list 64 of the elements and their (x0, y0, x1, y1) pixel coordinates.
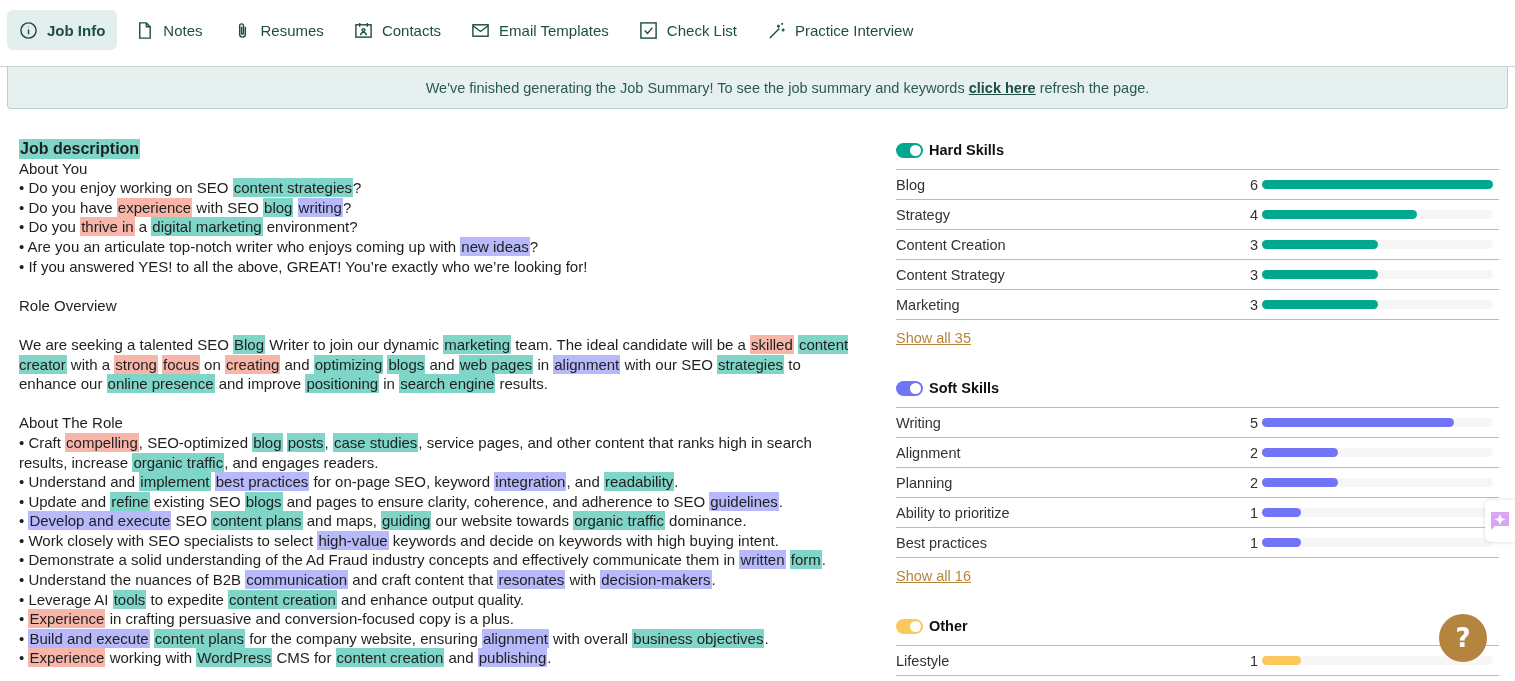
skill-name: Alignment (896, 444, 962, 461)
description-text: • Update and refine existing SEO blogs and pages to ensure clarity, coherence, and adherence to SEO guidelines. (19, 491, 784, 512)
skill-name: Writing (896, 414, 942, 431)
tab[interactable]: Email Templates (459, 10, 621, 50)
description-text: We are seeking a talented SEO Blog Writer to join our dynamic marketing team. The ideal candidate will be a skilled content creator with a strong focus on creating and optimizing blogs and web pages in alignment with our SEO strategies to enhance our online presence and improve positioning in search engine results. (19, 334, 850, 394)
description-text: • Do you enjoy working on SEO content strategies? (19, 178, 363, 198)
description-text: • Do you thrive in a digital marketing environment? (19, 217, 359, 237)
skill-name: Content Creation (896, 236, 1007, 253)
toggle-switch[interactable] (896, 618, 923, 634)
description-text: • Experience working with WordPress CMS for content creation and publishing. (19, 648, 553, 669)
tab[interactable]: Check List (626, 10, 749, 50)
skill-count: 3 (1248, 236, 1258, 253)
tab[interactable]: Contacts (341, 10, 454, 50)
skill-group-title: Soft Skills (929, 380, 1000, 396)
skill-name: Marketing (896, 296, 961, 313)
description-text: • Understand and implement best practices for on-page SEO, keyword integration, and readability. (19, 472, 680, 492)
info-icon (19, 20, 38, 40)
skill-group-title: Hard Skills (929, 142, 1004, 158)
description-text: • Craft compelling, SEO-optimized blog posts, case studies, service pages, and other content that ranks high in search results, increase organic traffic, and engages readers. (19, 432, 813, 473)
toggle-switch[interactable] (896, 380, 923, 396)
skill-name: Strategy (896, 206, 951, 223)
skill-count: 3 (1248, 296, 1258, 313)
description-text: • Develop and execute SEO content plans and maps, guiding our website towards organic traffic dominance. (19, 511, 748, 531)
description-text: • Leverage AI tools to expedite content creation and enhance output quality. (19, 589, 526, 610)
tab[interactable]: Practice Interview (754, 10, 926, 50)
tab[interactable]: Notes (123, 10, 215, 50)
skill-count: 5 (1248, 414, 1258, 431)
description-text: • Are you an articulate top-notch writer who enjoys coming up with new ideas? (19, 236, 540, 257)
description-text: • Demonstrate a solid understanding of the Ad Fraud industry concepts and effectively communicate them in written form. (19, 550, 827, 571)
banner-message: We've finished generating the Job Summary! To see the job summary and keywords click here refresh the page. (425, 79, 1150, 96)
description-text: • Work closely with SEO specialists to select high-value keywords and decide on keywords with high buying intent. (19, 530, 780, 551)
skill-name: Lifestyle (896, 652, 951, 669)
skill-count: 1 (1248, 652, 1258, 669)
description-text: About The Role (19, 413, 124, 433)
description-text: Role Overview (19, 295, 118, 316)
skill-group-title: Other (929, 618, 968, 634)
description-text: About You (19, 158, 89, 179)
sparkle-chat-icon (1489, 510, 1511, 532)
skill-name: Ability to prioritize (896, 504, 1011, 521)
skill-count: 6 (1248, 176, 1258, 193)
skill-name: Blog (896, 176, 927, 193)
job-description-heading: Job description (19, 139, 141, 159)
skill-count: 2 (1248, 444, 1258, 461)
contact-card-icon (353, 20, 373, 40)
toggle-switch[interactable] (896, 142, 923, 158)
description-text: • If you answered YES! to all the above, GREAT! You’re exactly who we’re looking for! (19, 256, 589, 277)
magic-wand-icon (766, 20, 786, 40)
description-text: • Do you have experience with SEO blog writing? (19, 197, 353, 218)
tab[interactable]: Resumes (220, 10, 336, 50)
description-text: • Understand the nuances of B2B communication and craft content that resonates with decision-makers. (19, 570, 717, 590)
skill-count: 1 (1248, 534, 1258, 551)
skill-count: 4 (1248, 206, 1258, 223)
skill-count: 3 (1248, 266, 1258, 283)
description-text: • Experience in crafting persuasive and conversion-focused copy is a plus. (19, 609, 516, 629)
skill-count: 2 (1248, 474, 1258, 491)
tab[interactable]: Job Info (7, 10, 118, 50)
click-here-link[interactable]: click here (968, 79, 1036, 96)
assistant-side-tab[interactable] (1485, 500, 1515, 542)
skill-count: 1 (1248, 504, 1258, 521)
description-text: • Build and execute content plans for the company website, ensuring alignment with overall business objectives. (19, 628, 770, 649)
checkbox-icon (638, 20, 658, 40)
skill-name: Content Strategy (896, 266, 1006, 283)
skill-name: Planning (896, 474, 954, 491)
skill-name: Best practices (896, 534, 989, 551)
